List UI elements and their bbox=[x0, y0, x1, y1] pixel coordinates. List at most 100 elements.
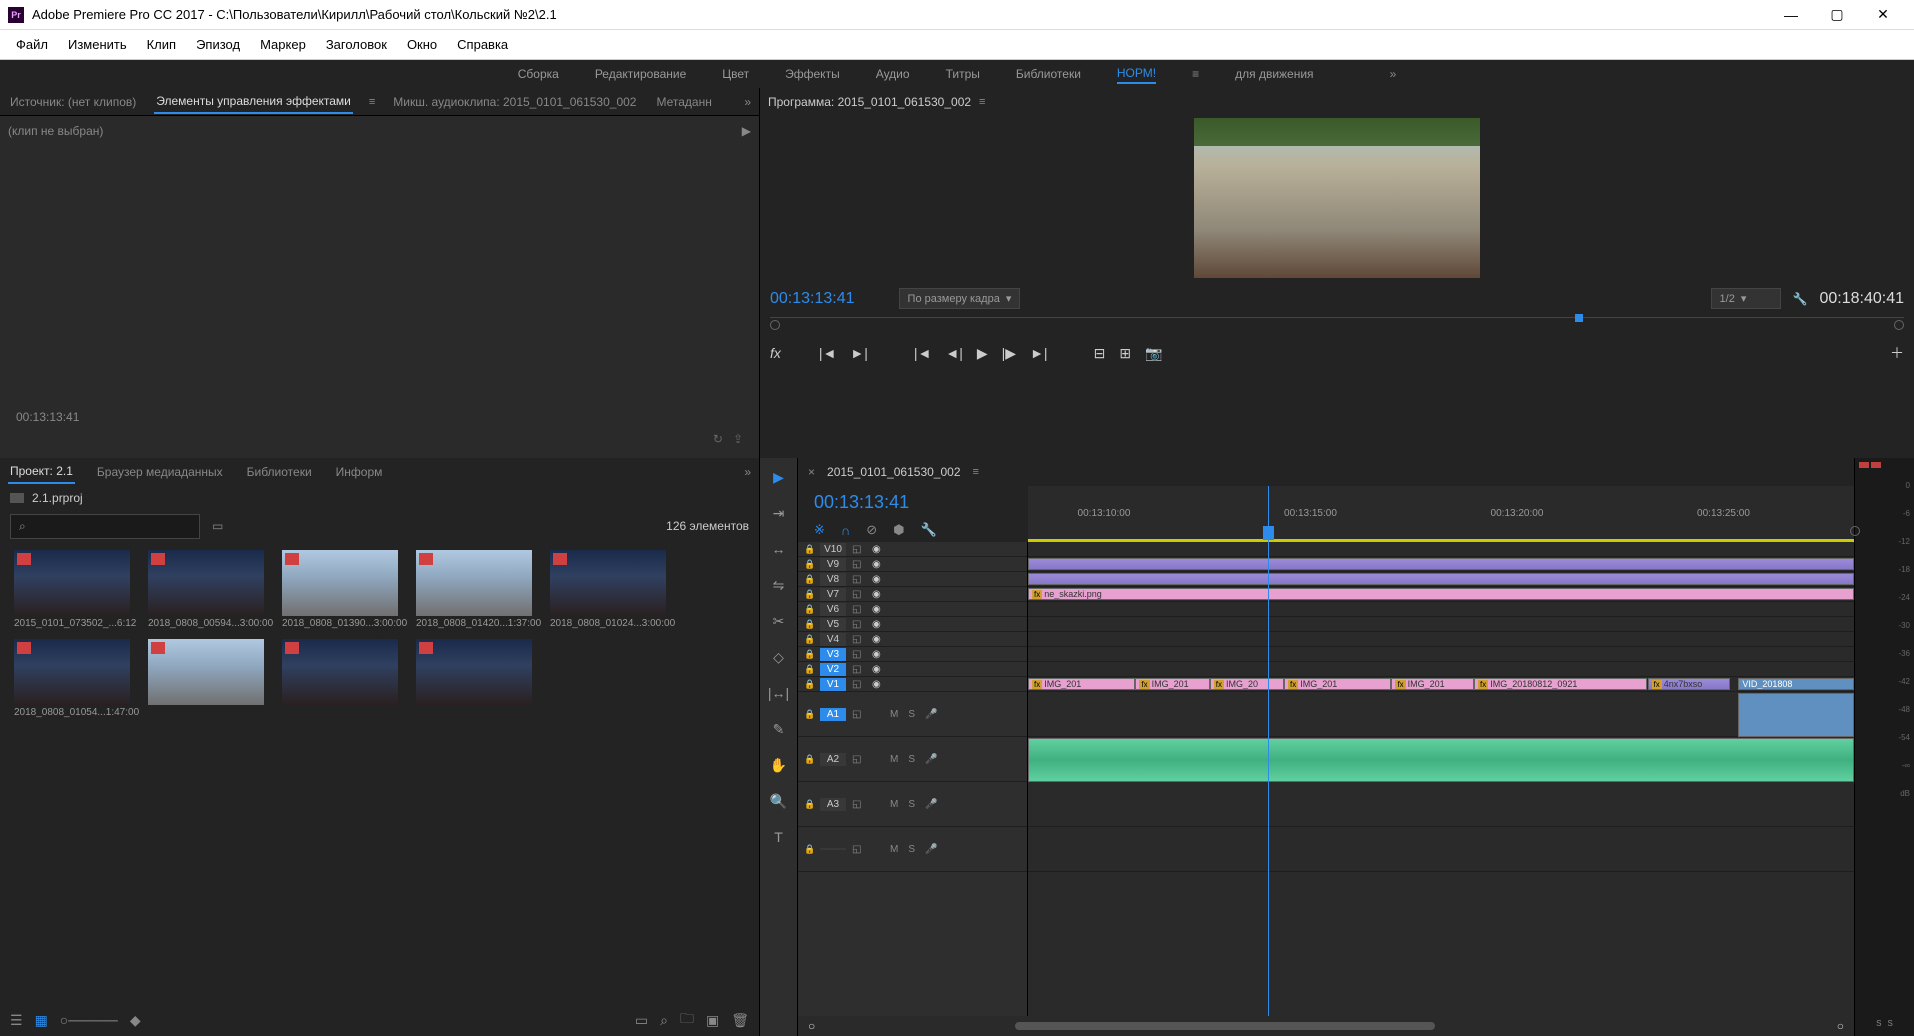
mark-out-icon[interactable]: ►| bbox=[850, 345, 868, 361]
button-editor-icon[interactable]: ＋ bbox=[1890, 343, 1904, 363]
lock-icon[interactable]: 🔒 bbox=[804, 649, 814, 660]
new-item-icon[interactable]: ▣ bbox=[706, 1012, 719, 1029]
menu-window[interactable]: Окно bbox=[399, 33, 445, 56]
mute-button[interactable]: M bbox=[890, 754, 898, 765]
mute-button[interactable]: M bbox=[890, 844, 898, 855]
sync-lock-icon[interactable]: ◱ bbox=[852, 709, 866, 720]
program-playhead[interactable] bbox=[1575, 314, 1583, 322]
workspace-titles[interactable]: Титры bbox=[946, 65, 980, 83]
tabs-overflow-icon[interactable]: » bbox=[744, 95, 751, 109]
export-icon[interactable]: ⇪ bbox=[733, 432, 743, 446]
track-row[interactable] bbox=[1028, 542, 1854, 557]
lock-icon[interactable]: 🔒 bbox=[804, 559, 814, 570]
go-to-out-icon[interactable]: ►| bbox=[1030, 345, 1048, 361]
razor-tool-icon[interactable]: ◇ bbox=[768, 646, 790, 668]
timeline-clip[interactable]: fxIMG_201 bbox=[1391, 678, 1474, 690]
program-current-tc[interactable]: 00:13:13:41 bbox=[770, 290, 855, 308]
pen-tool-icon[interactable]: ✎ bbox=[768, 718, 790, 740]
mic-icon[interactable]: 🎤 bbox=[925, 799, 937, 810]
tab-menu-icon[interactable]: ≡ bbox=[369, 96, 375, 108]
video-track-header[interactable]: 🔒V7◱◉ bbox=[798, 587, 1027, 602]
tab-media-browser[interactable]: Браузер медиаданных bbox=[95, 461, 225, 483]
timeline-tab-close-icon[interactable]: × bbox=[808, 465, 815, 479]
menu-marker[interactable]: Маркер bbox=[252, 33, 314, 56]
lock-icon[interactable]: 🔒 bbox=[804, 709, 814, 720]
menu-sequence[interactable]: Эпизод bbox=[188, 33, 248, 56]
workspace-libraries[interactable]: Библиотеки bbox=[1016, 65, 1081, 83]
timeline-clip[interactable] bbox=[1028, 558, 1854, 570]
workspace-motion[interactable]: для движения bbox=[1235, 65, 1313, 83]
project-item[interactable]: 2018_0808_00594...3:00:00 bbox=[148, 550, 264, 629]
ripple-tool-icon[interactable]: ↔ bbox=[768, 538, 790, 560]
tab-libraries[interactable]: Библиотеки bbox=[245, 461, 314, 483]
timeline-clip[interactable]: VID_201808 bbox=[1738, 678, 1854, 690]
video-track-header[interactable]: 🔒V9◱◉ bbox=[798, 557, 1027, 572]
auto-sequence-icon[interactable]: ▭ bbox=[635, 1012, 648, 1029]
audio-track-row[interactable] bbox=[1028, 692, 1854, 737]
lock-icon[interactable]: 🔒 bbox=[804, 754, 814, 765]
icon-view-icon[interactable]: ▦ bbox=[35, 1012, 48, 1029]
project-item[interactable]: 2015_0101_073502_...6:12 bbox=[14, 550, 130, 629]
type-tool-icon[interactable]: T bbox=[768, 826, 790, 848]
timeline-sequence-name[interactable]: 2015_0101_061530_002 bbox=[827, 465, 960, 479]
track-row[interactable] bbox=[1028, 572, 1854, 587]
audio-track-row[interactable] bbox=[1028, 782, 1854, 827]
lift-icon[interactable]: ⊟ bbox=[1094, 345, 1106, 362]
workspace-audio[interactable]: Аудио bbox=[876, 65, 910, 83]
timeline-clip[interactable]: fxIMG_20 bbox=[1210, 678, 1284, 690]
export-frame-icon[interactable]: 📷 bbox=[1145, 345, 1162, 362]
sync-lock-icon[interactable]: ◱ bbox=[852, 799, 866, 810]
eye-icon[interactable]: ◉ bbox=[872, 574, 886, 585]
video-track-header[interactable]: 🔒V5◱◉ bbox=[798, 617, 1027, 632]
lock-icon[interactable]: 🔒 bbox=[804, 664, 814, 675]
timeline-timecode[interactable]: 00:13:13:41 bbox=[814, 492, 909, 513]
track-row[interactable] bbox=[1028, 557, 1854, 572]
sync-lock-icon[interactable]: ◱ bbox=[852, 574, 866, 585]
video-track-header[interactable]: 🔒V10◱◉ bbox=[798, 542, 1027, 557]
project-item[interactable]: 2018_0808_01390...3:00:00 bbox=[282, 550, 398, 629]
slip-tool-icon[interactable]: |↔| bbox=[768, 682, 790, 704]
timeline-clip[interactable]: fxne_skazki.png bbox=[1028, 588, 1854, 600]
play-icon[interactable]: ▶ bbox=[977, 345, 988, 362]
mic-icon[interactable]: 🎤 bbox=[925, 844, 937, 855]
timeline-clip[interactable]: fxIMG_201 bbox=[1028, 678, 1135, 690]
linked-selection-icon[interactable]: ⊘ bbox=[866, 522, 877, 538]
timeline-clip[interactable]: fxIMG_201 bbox=[1135, 678, 1209, 690]
scroll-thumb[interactable] bbox=[1015, 1022, 1435, 1030]
snap-icon[interactable]: ※ bbox=[814, 522, 825, 538]
go-to-in-icon[interactable]: |◄ bbox=[914, 345, 932, 361]
project-overflow-icon[interactable]: » bbox=[744, 465, 751, 479]
workspace-editing[interactable]: Редактирование bbox=[595, 65, 686, 83]
zoom-tool-icon[interactable]: 🔍 bbox=[768, 790, 790, 812]
solo-button[interactable]: S bbox=[908, 754, 915, 765]
audio-track-header[interactable]: 🔒A3◱MS🎤 bbox=[798, 782, 1027, 827]
project-item[interactable]: 2018_0808_01420...1:37:00 bbox=[416, 550, 532, 629]
timeline-ruler[interactable]: 00:13:10:00 00:13:15:00 00:13:20:00 00:1… bbox=[1028, 486, 1854, 542]
track-row[interactable] bbox=[1028, 602, 1854, 617]
solo-button[interactable]: S bbox=[908, 799, 915, 810]
marker-icon[interactable]: ⬢ bbox=[893, 522, 904, 538]
eye-icon[interactable]: ◉ bbox=[872, 649, 886, 660]
sync-lock-icon[interactable]: ◱ bbox=[852, 649, 866, 660]
find-icon[interactable]: ⌕ bbox=[660, 1012, 668, 1029]
program-menu-icon[interactable]: ≡ bbox=[979, 96, 985, 108]
sync-lock-icon[interactable]: ◱ bbox=[852, 544, 866, 555]
selection-tool-icon[interactable]: ▶ bbox=[768, 466, 790, 488]
search-input[interactable]: ⌕ bbox=[10, 514, 200, 539]
timeline-tracks[interactable]: fxne_skazki.png fxIMG_201 fxIMG_201 fxIM… bbox=[1028, 542, 1854, 1016]
tab-source[interactable]: Источник: (нет клипов) bbox=[8, 91, 138, 113]
audio-track-header[interactable]: 🔒◱MS🎤 bbox=[798, 827, 1027, 872]
sync-lock-icon[interactable]: ◱ bbox=[852, 844, 866, 855]
timeline-audio-clip[interactable] bbox=[1738, 693, 1854, 737]
sort-icon[interactable]: ◆ bbox=[130, 1012, 141, 1029]
mute-button[interactable]: M bbox=[890, 799, 898, 810]
menu-edit[interactable]: Изменить bbox=[60, 33, 135, 56]
audio-track-header[interactable]: 🔒A1◱MS🎤 bbox=[798, 692, 1027, 737]
fx-badge-icon[interactable]: fx bbox=[770, 345, 781, 361]
sync-lock-icon[interactable]: ◱ bbox=[852, 754, 866, 765]
track-row[interactable]: fxIMG_201 fxIMG_201 fxIMG_20 fxIMG_201 f… bbox=[1028, 677, 1854, 692]
timeline-clip[interactable]: fx4nx7bxso bbox=[1648, 678, 1731, 690]
video-track-header[interactable]: 🔒V2◱◉ bbox=[798, 662, 1027, 677]
tab-metadata[interactable]: Метаданн bbox=[654, 91, 713, 113]
mic-icon[interactable]: 🎤 bbox=[925, 709, 937, 720]
